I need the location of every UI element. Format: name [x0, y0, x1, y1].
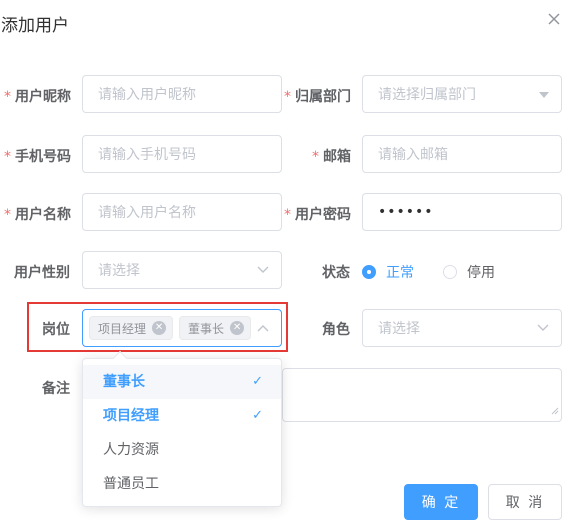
chevron-up-icon [257, 320, 269, 336]
status-radio-normal[interactable]: 正常 [362, 262, 414, 282]
close-icon[interactable] [544, 10, 564, 30]
radio-dot [443, 265, 457, 279]
remark-label: 备注 [42, 381, 70, 397]
required-mark: * [312, 149, 319, 165]
chevron-down-icon [537, 320, 549, 336]
status-radio-disabled[interactable]: 停用 [443, 262, 495, 282]
required-mark: * [284, 207, 291, 223]
post-dropdown: 董事长 ✓ 项目经理 ✓ 人力资源 普通员工 [82, 350, 282, 507]
required-mark: * [284, 89, 291, 105]
remark-textarea[interactable] [282, 368, 562, 422]
required-mark: * [4, 149, 11, 165]
post-tag: 项目经理 ✕ [89, 316, 174, 340]
tag-close-icon[interactable]: ✕ [230, 321, 245, 335]
role-label: 角色 [322, 322, 350, 338]
cancel-button[interactable]: 取 消 [488, 484, 562, 520]
check-icon: ✓ [252, 408, 263, 423]
caret-down-icon [539, 86, 549, 102]
post-option[interactable]: 董事长 ✓ [83, 365, 281, 399]
email-label: * 邮箱 [312, 149, 351, 165]
password-label: * 用户密码 [284, 207, 351, 223]
resize-handle-icon[interactable] [551, 403, 559, 419]
post-tag: 董事长 ✕ [179, 316, 252, 340]
required-mark: * [4, 89, 11, 105]
post-option[interactable]: 项目经理 ✓ [83, 399, 281, 433]
post-option[interactable]: 普通员工 [83, 467, 281, 501]
chevron-down-icon [257, 262, 269, 278]
nickname-input[interactable]: 请输入用户昵称 [82, 75, 282, 113]
phone-label: * 手机号码 [4, 149, 71, 165]
dept-label: * 归属部门 [284, 89, 351, 105]
post-option[interactable]: 人力资源 [83, 433, 281, 467]
gender-select[interactable]: 请选择 [82, 251, 282, 289]
gender-label: 用户性别 [14, 265, 70, 281]
password-input[interactable]: •••••• [362, 193, 562, 231]
tag-close-icon[interactable]: ✕ [152, 321, 167, 335]
post-label: 岗位 [42, 322, 70, 338]
email-input[interactable]: 请输入邮箱 [362, 135, 562, 173]
post-multiselect[interactable]: 项目经理 ✕ 董事长 ✕ [82, 309, 282, 347]
radio-dot [362, 265, 376, 279]
status-label: 状态 [322, 265, 350, 281]
nickname-label: * 用户昵称 [4, 89, 71, 105]
username-label: * 用户名称 [4, 207, 71, 223]
confirm-button[interactable]: 确 定 [404, 484, 478, 520]
role-select[interactable]: 请选择 [362, 309, 562, 347]
dropdown-arrow [112, 350, 128, 366]
dialog-title: 添加用户 [1, 16, 69, 36]
dept-select[interactable]: 请选择归属部门 [362, 75, 562, 113]
username-input[interactable]: 请输入用户名称 [82, 193, 282, 231]
check-icon: ✓ [252, 374, 263, 389]
required-mark: * [4, 207, 11, 223]
phone-input[interactable]: 请输入手机号码 [82, 135, 282, 173]
